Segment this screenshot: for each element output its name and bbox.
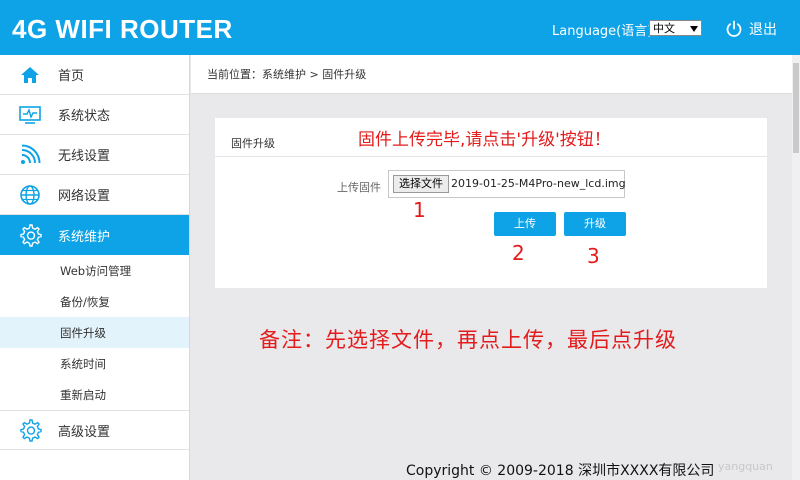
sidebar: 首页 系统状态 无线设置 网络设置 系统维护 Web访问管理 备份/恢复 固件升…: [0, 55, 190, 480]
annotation-step-1: 1: [413, 198, 426, 222]
annotation-note: 备注：先选择文件，再点上传，最后点升级: [259, 328, 677, 352]
language-select-value: 中文: [653, 22, 675, 35]
gear-icon: [18, 223, 42, 247]
annotation-step-3: 3: [587, 244, 600, 268]
subnav-reboot[interactable]: 重新启动: [0, 379, 189, 410]
subnav-label: 备份/恢复: [60, 294, 110, 309]
monitor-icon: [18, 103, 42, 127]
upload-firmware-label: 上传固件: [337, 181, 381, 194]
subnav-label: 重新启动: [60, 387, 106, 402]
subnav-label: 系统时间: [60, 356, 106, 371]
annotation-upload-complete: 固件上传完毕,请点击'升级'按钮！: [358, 130, 611, 150]
sidebar-item-label: 高级设置: [58, 424, 111, 440]
sidebar-item-maintenance[interactable]: 系统维护: [0, 215, 189, 255]
choose-file-button[interactable]: 选择文件: [393, 175, 449, 193]
home-icon: [18, 63, 42, 87]
scrollbar[interactable]: [792, 55, 800, 480]
logout-button[interactable]: 退出: [725, 19, 777, 39]
top-header: 4G WIFI ROUTER Language(语言) : 中文 退出: [0, 0, 800, 55]
sidebar-item-network[interactable]: 网络设置: [0, 175, 189, 215]
sidebar-item-label: 网络设置: [58, 189, 111, 204]
selected-file-name: 2019-01-25-M4Pro-new_lcd.img: [451, 177, 626, 190]
sidebar-item-label: 首页: [58, 69, 85, 84]
subnav-web-access[interactable]: Web访问管理: [0, 255, 189, 286]
watermark: yangquan: [718, 460, 773, 473]
panel-divider: [215, 156, 767, 157]
globe-icon: [18, 183, 42, 207]
subnav-label: 固件升级: [60, 325, 106, 340]
language-select[interactable]: 中文: [649, 20, 702, 36]
subnav-label: Web访问管理: [60, 263, 132, 278]
gear-icon: [18, 418, 42, 442]
copyright-footer: Copyright © 2009-2018 深圳市XXXX有限公司: [406, 463, 715, 479]
breadcrumb: 当前位置：系统维护 > 固件升级: [191, 55, 800, 94]
wifi-icon: [18, 143, 42, 167]
sidebar-item-wireless[interactable]: 无线设置: [0, 135, 189, 175]
subnav-backup-restore[interactable]: 备份/恢复: [0, 286, 189, 317]
power-icon: [726, 20, 742, 37]
sidebar-item-label: 系统维护: [58, 229, 111, 245]
annotation-step-2: 2: [512, 241, 525, 265]
sidebar-item-label: 系统状态: [58, 109, 111, 124]
subnav-firmware-upgrade[interactable]: 固件升级: [0, 317, 189, 348]
upload-button[interactable]: 上传: [494, 212, 556, 236]
language-label: Language(语言) :: [552, 24, 661, 39]
panel-title: 固件升级: [231, 137, 275, 150]
sidebar-item-label: 无线设置: [58, 149, 111, 164]
file-input[interactable]: 选择文件 2019-01-25-M4Pro-new_lcd.img: [388, 170, 626, 198]
dropdown-arrow-icon: [690, 26, 698, 32]
sidebar-item-advanced[interactable]: 高级设置: [0, 410, 189, 450]
brand-title: 4G WIFI ROUTER: [12, 14, 233, 44]
scrollbar-thumb[interactable]: [793, 63, 799, 153]
sidebar-item-home[interactable]: 首页: [0, 55, 189, 95]
subnav-system-time[interactable]: 系统时间: [0, 348, 189, 379]
sidebar-item-system-status[interactable]: 系统状态: [0, 95, 189, 135]
upgrade-button[interactable]: 升级: [564, 212, 626, 236]
logout-label: 退出: [749, 22, 777, 38]
